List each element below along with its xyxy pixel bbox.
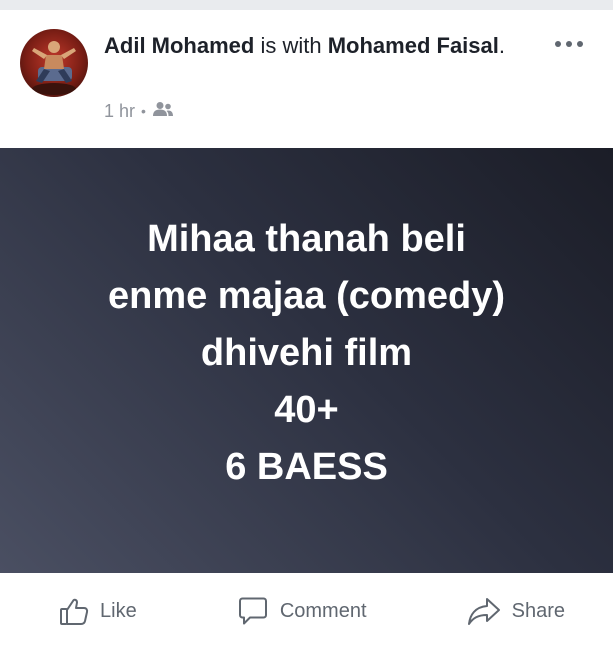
- meta-separator: •: [141, 103, 146, 119]
- share-button[interactable]: Share: [466, 595, 565, 627]
- more-options-icon[interactable]: [551, 32, 587, 56]
- post-meta: 1 hr •: [104, 99, 174, 123]
- canvas-line: Mihaa thanah beli: [147, 218, 466, 260]
- with-text: is with: [260, 33, 322, 58]
- friends-icon[interactable]: [152, 101, 174, 122]
- post-text-canvas[interactable]: Mihaa thanah beli enme majaa (comedy) dh…: [0, 148, 613, 573]
- tagged-suffix: .: [498, 33, 505, 58]
- share-arrow-icon: [466, 595, 502, 627]
- post-actions: Like Comment Share: [0, 573, 613, 649]
- thumbs-up-icon: [58, 595, 90, 627]
- tagged-name[interactable]: Mohamed Faisal: [328, 33, 499, 58]
- canvas-line: dhivehi film: [200, 332, 413, 374]
- author-avatar[interactable]: [20, 29, 88, 97]
- share-label: Share: [511, 599, 565, 622]
- post-header: Adil Mohamed is with Mohamed Faisal. 1 h…: [0, 10, 613, 148]
- feed-separator: [0, 0, 613, 10]
- author-name[interactable]: Adil Mohamed: [104, 33, 254, 58]
- feed-post: Adil Mohamed is with Mohamed Faisal. 1 h…: [0, 10, 613, 649]
- canvas-text: Mihaa thanah beli enme majaa (comedy) dh…: [108, 211, 505, 496]
- canvas-line: 40+: [274, 389, 339, 431]
- canvas-line: 6 BAESS: [225, 446, 388, 488]
- comment-label: Comment: [279, 599, 367, 622]
- comment-bubble-icon: [236, 595, 270, 627]
- like-label: Like: [100, 599, 137, 622]
- comment-button[interactable]: Comment: [236, 595, 367, 627]
- post-author-line: Adil Mohamed is with Mohamed Faisal.: [104, 31, 524, 61]
- profile-photo: [32, 41, 76, 95]
- post-timestamp[interactable]: 1 hr: [104, 101, 135, 122]
- canvas-line: enme majaa (comedy): [107, 275, 506, 317]
- like-button[interactable]: Like: [58, 595, 137, 627]
